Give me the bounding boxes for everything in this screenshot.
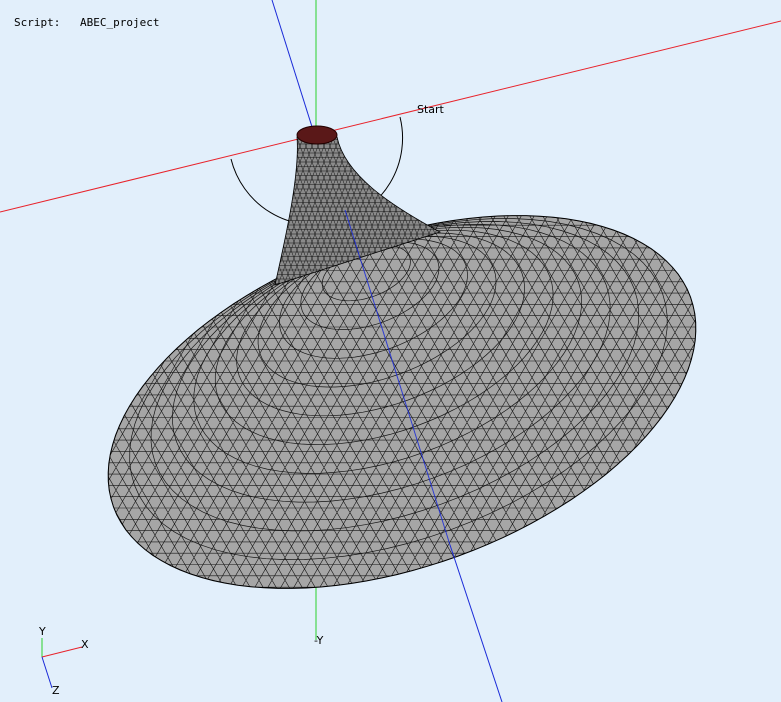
- triad-z-label: Z: [52, 684, 60, 697]
- script-header: Script: ABEC_project: [14, 16, 159, 29]
- start-label: Start: [417, 103, 445, 116]
- z-axis-line-lower: [449, 544, 503, 702]
- orientation-triad: Y X Z: [38, 625, 89, 697]
- throat-opening[interactable]: [296, 125, 338, 145]
- x-axis-line: [0, 20, 781, 213]
- 3d-viewport[interactable]: Start -Y Y X Z Script: ABEC_project: [0, 0, 781, 702]
- triad-x-label: X: [81, 638, 89, 651]
- script-name: ABEC_project: [80, 16, 160, 29]
- script-label: Script:: [14, 16, 61, 29]
- neg-y-axis-label: -Y: [314, 634, 324, 647]
- scene-svg[interactable]: Start -Y Y X Z: [0, 0, 781, 702]
- triad-y-label: Y: [38, 625, 46, 638]
- z-axis-line-upper: [271, 0, 314, 131]
